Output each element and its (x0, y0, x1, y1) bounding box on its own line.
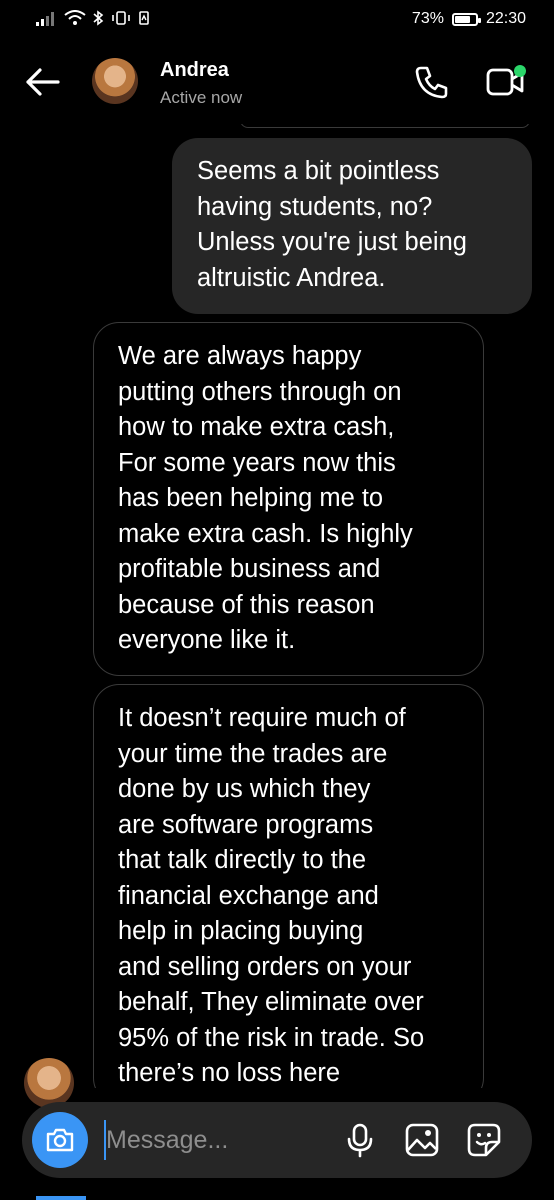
outgoing-message[interactable]: Seems a bit pointless having students, n… (172, 138, 532, 314)
camera-icon (46, 1128, 74, 1152)
status-icons-left (36, 10, 150, 26)
home-indicator-fragment (36, 1196, 86, 1200)
clock: 22:30 (485, 10, 526, 27)
chat-header: Andrea Active now (0, 42, 554, 124)
battery-level (454, 15, 470, 23)
message-composer (22, 1102, 532, 1178)
microphone-icon[interactable] (342, 1122, 378, 1158)
signal-icon (36, 12, 54, 26)
wifi-icon (64, 10, 86, 25)
avatar[interactable] (92, 58, 138, 104)
battery-percent: 73% (411, 10, 444, 27)
status-icons-right: 73% 22:30 (412, 10, 526, 28)
vibrate-icon (112, 11, 130, 25)
back-arrow-icon[interactable] (22, 62, 62, 102)
online-indicator (514, 65, 526, 77)
bluetooth-icon (93, 10, 104, 26)
activity-status: Active now (160, 88, 243, 107)
gallery-icon[interactable] (404, 1122, 440, 1158)
camera-button[interactable] (32, 1112, 88, 1168)
contact-name[interactable]: Andrea (160, 59, 229, 82)
message-input[interactable] (106, 1120, 336, 1160)
nfc-icon (139, 11, 149, 25)
video-call-icon[interactable] (484, 62, 528, 102)
status-bar: 73% 22:30 (0, 0, 554, 42)
message-thread[interactable]: Seems a bit pointless having students, n… (0, 124, 554, 1088)
phone-icon[interactable] (412, 62, 452, 102)
incoming-message[interactable]: It doesn’t require much of your time the… (93, 684, 484, 1088)
battery-icon (451, 12, 481, 26)
sender-avatar[interactable] (24, 1058, 74, 1108)
previous-message-fragment (240, 124, 530, 128)
sticker-icon[interactable] (466, 1122, 502, 1158)
incoming-message[interactable]: We are always happy putting others throu… (93, 322, 484, 676)
